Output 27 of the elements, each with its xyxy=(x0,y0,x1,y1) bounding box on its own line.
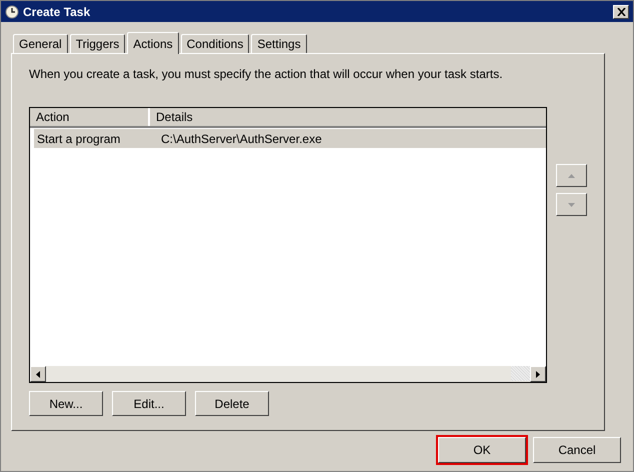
clock-icon xyxy=(5,4,19,18)
tab[interactable]: Conditions xyxy=(180,34,250,53)
column-header[interactable]: Action xyxy=(30,108,150,126)
tab[interactable]: Triggers xyxy=(70,34,126,53)
move-up-button[interactable] xyxy=(556,164,587,187)
close-icon[interactable] xyxy=(616,8,626,16)
list-row[interactable]: Start a program C:\AuthServer\AuthServer.exe xyxy=(34,129,546,148)
scroll-left-icon[interactable] xyxy=(30,366,46,382)
action-button[interactable]: Edit... xyxy=(112,391,186,416)
instruction-text: When you create a task, you must specify the action that will occur when your task starts. xyxy=(29,67,504,83)
tab[interactable]: General xyxy=(13,34,68,53)
table-cell-text: C:\AuthServer\AuthServer.exe xyxy=(160,132,323,146)
scroll-right-icon[interactable] xyxy=(530,366,546,382)
close-button[interactable] xyxy=(613,4,629,18)
scrollbar-thumb[interactable] xyxy=(511,366,530,381)
window-title: Create Task xyxy=(23,4,92,18)
horizontal-scrollbar[interactable] xyxy=(30,365,546,382)
column-header[interactable]: Details xyxy=(150,108,546,126)
move-down-button[interactable] xyxy=(556,193,587,216)
dialog-button[interactable]: Cancel xyxy=(533,437,621,463)
action-button[interactable]: New... xyxy=(29,391,103,416)
tab[interactable]: Settings xyxy=(251,34,307,53)
action-button[interactable]: Delete xyxy=(195,391,269,416)
table-cell-text: Start a program xyxy=(36,132,122,146)
dialog-button[interactable]: OK xyxy=(438,437,526,463)
actions-list[interactable]: Action Details Start a program C:\AuthServer\AuthServer.exe xyxy=(29,107,547,383)
tab[interactable]: Actions xyxy=(127,32,179,54)
